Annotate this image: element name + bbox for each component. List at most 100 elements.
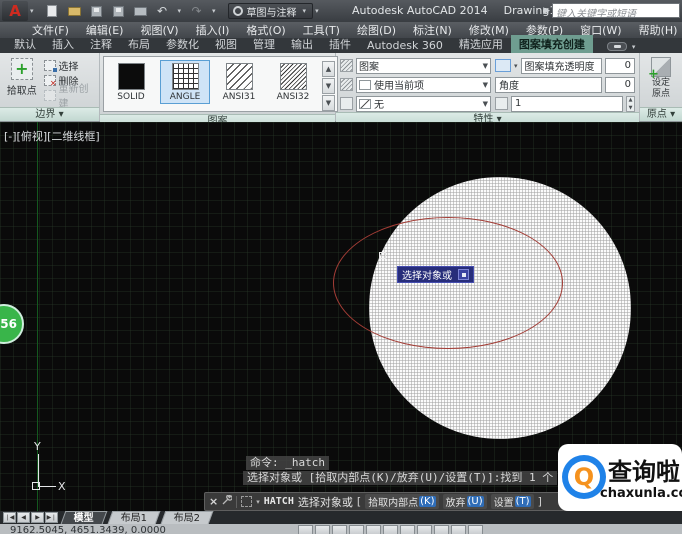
ucs-x-label: X: [58, 480, 66, 493]
hatch-color-dropdown[interactable]: 使用当前项 ▼: [356, 77, 491, 93]
pattern-ansi32[interactable]: ANSI32: [268, 60, 318, 104]
search-input[interactable]: 键入关键字或短语: [552, 3, 680, 18]
search-go-icon[interactable]: ▶: [543, 6, 550, 16]
history-line-2: 选择对象或 [拾取内部点(K)/放弃(U)/设置(T)]:找到 1 个: [243, 471, 557, 485]
gallery-scroll-down-button[interactable]: ▼: [322, 78, 335, 94]
dyn-toggle[interactable]: [417, 525, 432, 534]
tab-view[interactable]: 视图: [207, 35, 245, 53]
save-button[interactable]: [88, 3, 105, 19]
menu-dimension[interactable]: 标注(N): [413, 22, 452, 38]
pattern-solid[interactable]: SOLID: [106, 60, 156, 104]
tab-plugins[interactable]: 插件: [321, 35, 359, 53]
red-ellipse-entity[interactable]: [333, 217, 563, 349]
save-as-button[interactable]: [110, 3, 127, 19]
panel-label-origin[interactable]: 原点 ▾: [640, 107, 682, 121]
select-boundary-button[interactable]: 选择: [44, 58, 95, 72]
transparency-swatch-button[interactable]: [495, 59, 511, 72]
tab-output[interactable]: 输出: [283, 35, 321, 53]
crosshair-pickbox-cursor: [379, 252, 386, 259]
viewport-controls[interactable]: [-][俯视][二维线框]: [4, 128, 100, 144]
plot-button[interactable]: [132, 3, 149, 19]
undo-caret-icon[interactable]: ▾: [178, 7, 182, 15]
otrack-toggle[interactable]: [383, 525, 398, 534]
pattern-angle[interactable]: ANGLE: [160, 60, 210, 104]
watermark-title: 查询啦: [608, 452, 680, 487]
autocad-app-menu-button[interactable]: A: [2, 1, 28, 21]
app-menu-caret-icon[interactable]: ▾: [30, 7, 34, 15]
scale-value-field[interactable]: 1: [511, 96, 623, 112]
gallery-scroll-up-button[interactable]: ▲: [322, 61, 335, 77]
qp-toggle[interactable]: [468, 525, 483, 534]
redo-button[interactable]: ↷: [188, 3, 205, 19]
ortho-toggle[interactable]: [332, 525, 347, 534]
autocad-logo-icon: A: [9, 4, 21, 19]
redo-caret-icon[interactable]: ▾: [212, 7, 216, 15]
workspace-selector[interactable]: 草图与注释 ▾: [228, 3, 314, 19]
transparency-value-field[interactable]: 0: [605, 58, 635, 74]
coordinate-readout: 9162.5045, 4651.3439, 0.0000: [10, 525, 166, 534]
next-layout-button[interactable]: ▶: [31, 512, 44, 523]
undo-button[interactable]: ↶: [154, 3, 171, 19]
snap-toggle[interactable]: [298, 525, 313, 534]
tab-layout[interactable]: 布局: [120, 35, 158, 53]
new-file-button[interactable]: [44, 3, 61, 19]
first-layout-button[interactable]: ❘◀: [3, 512, 16, 523]
background-color-dropdown[interactable]: 无 ▼: [356, 96, 491, 112]
set-origin-button[interactable]: 设定 原点: [640, 55, 682, 107]
qat-options-caret-icon[interactable]: ▾: [315, 7, 319, 15]
hatch-color-swatch: [359, 80, 371, 90]
ducs-toggle[interactable]: [400, 525, 415, 534]
osnap-toggle[interactable]: [366, 525, 381, 534]
pick-points-button[interactable]: + 拾取点: [4, 56, 40, 107]
hatch-type-caret-icon: ▼: [483, 62, 488, 70]
ucs-x-axis-line: [38, 486, 56, 487]
undo-icon: ↶: [157, 5, 167, 17]
drawing-canvas[interactable]: [-][俯视][二维线框] 56 选择对象或 Y X 命令: _hatch 选择…: [0, 122, 682, 511]
grid-toggle[interactable]: [315, 525, 330, 534]
hatch-type-dropdown[interactable]: 图案 ▼: [356, 58, 491, 74]
tpy-toggle[interactable]: [451, 525, 466, 534]
prev-layout-button[interactable]: ◀: [17, 512, 30, 523]
menu-draw[interactable]: 绘图(D): [357, 22, 396, 38]
tab-autodesk360[interactable]: Autodesk 360: [359, 38, 451, 53]
gallery-expand-button[interactable]: ▼: [322, 95, 335, 111]
tab-hatch-creation[interactable]: 图案填充创建: [511, 35, 593, 53]
ribbon-display-toggle[interactable]: ▾: [607, 42, 638, 51]
open-file-button[interactable]: [66, 3, 83, 19]
tab-layout2[interactable]: 布局2: [161, 511, 214, 524]
recent-commands-caret-icon[interactable]: ▾: [256, 498, 260, 506]
angle-value-field[interactable]: 0: [605, 77, 635, 93]
recreate-boundary-label: 重新创建: [59, 80, 95, 110]
app-title: Autodesk AutoCAD 2014: [352, 4, 488, 17]
recreate-boundary-button[interactable]: 重新创建: [44, 88, 95, 102]
command-history: 命令: _hatch 选择对象或 [拾取内部点(K)/放弃(U)/设置(T)]:…: [243, 456, 557, 485]
tab-annotate[interactable]: 注释: [82, 35, 120, 53]
tab-featured-apps[interactable]: 精选应用: [451, 35, 511, 53]
command-prompt-text: 选择对象或: [298, 494, 353, 510]
divider: [236, 496, 237, 508]
polar-toggle[interactable]: [349, 525, 364, 534]
menu-help[interactable]: 帮助(H): [639, 22, 678, 38]
scale-spinner[interactable]: ▲▼: [626, 96, 635, 112]
panel-label-boundaries[interactable]: 边界 ▾: [0, 107, 99, 121]
lwt-toggle[interactable]: [434, 525, 449, 534]
tab-insert[interactable]: 插入: [44, 35, 82, 53]
hatch-command-icon[interactable]: [241, 496, 252, 507]
pattern-ansi31[interactable]: ANSI31: [214, 60, 264, 104]
transparency-caret-icon[interactable]: ▾: [514, 62, 518, 70]
tab-manage[interactable]: 管理: [245, 35, 283, 53]
pick-points-label: 拾取点: [7, 82, 37, 97]
close-icon[interactable]: ×: [209, 495, 218, 508]
ribbon-display-caret-icon: ▾: [632, 43, 636, 51]
option-undo[interactable]: 放弃 (U): [443, 494, 487, 509]
tab-parametric[interactable]: 参数化: [158, 35, 207, 53]
option-pick-internal-point[interactable]: 拾取内部点 (K): [365, 494, 438, 509]
option-settings[interactable]: 设置 (T): [491, 494, 534, 509]
tab-layout1[interactable]: 布局1: [108, 511, 161, 524]
tab-model[interactable]: 模型: [61, 511, 108, 524]
customize-wrench-icon[interactable]: [222, 495, 232, 508]
logo-letter: Q: [574, 465, 594, 489]
command-line-bar[interactable]: × ▾ HATCH 选择对象或 [ 拾取内部点 (K) 放弃 (U) 设置 (T…: [204, 492, 572, 511]
tab-home[interactable]: 默认: [6, 35, 44, 53]
last-layout-button[interactable]: ▶❘: [45, 512, 58, 523]
